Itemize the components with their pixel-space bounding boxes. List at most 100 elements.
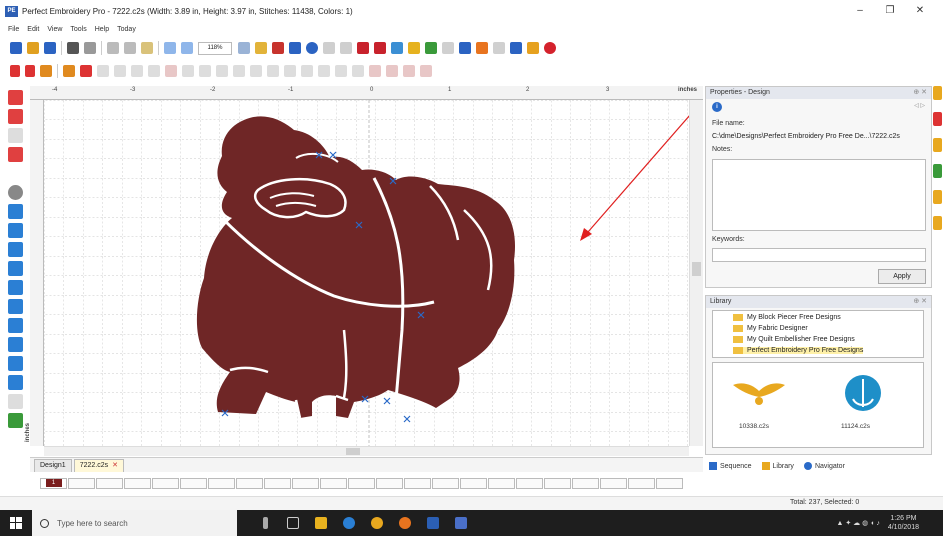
knife-icon[interactable]: [8, 128, 23, 143]
shape-curve-icon[interactable]: [340, 42, 352, 54]
scissors-icon[interactable]: [442, 42, 454, 54]
weld-icon[interactable]: [250, 65, 262, 77]
close-tab-icon[interactable]: ✕: [112, 462, 118, 469]
color-frame[interactable]: [292, 477, 319, 489]
node-select-icon[interactable]: [8, 109, 23, 124]
trim-icon[interactable]: [267, 65, 279, 77]
color-frame[interactable]: [208, 477, 235, 489]
grid-icon[interactable]: [148, 65, 160, 77]
strip-tool-icon[interactable]: [933, 164, 942, 178]
panel-nav-arrows[interactable]: ◁ ▷: [914, 102, 925, 109]
color-frame[interactable]: [152, 477, 179, 489]
image-icon[interactable]: [8, 242, 23, 257]
canvas-horizontal-scrollbar[interactable]: [44, 446, 689, 456]
info-icon[interactable]: [306, 42, 318, 54]
color-change-icon[interactable]: [369, 65, 381, 77]
minimize-button[interactable]: –: [845, 0, 875, 22]
thumbnail-10338[interactable]: [733, 383, 785, 405]
perfect-embroidery-taskbar-icon[interactable]: [447, 510, 475, 536]
notes-field[interactable]: [712, 159, 926, 231]
heart-motif-icon[interactable]: [374, 42, 386, 54]
motif-icon[interactable]: [357, 42, 369, 54]
zoom-fit-icon[interactable]: [238, 42, 250, 54]
edge-browser-icon[interactable]: [335, 510, 363, 536]
color-frame[interactable]: [320, 477, 347, 489]
color-palette-icon[interactable]: [420, 65, 432, 77]
color-frame[interactable]: [656, 477, 683, 489]
color-frame-1[interactable]: 1: [40, 477, 67, 489]
frame-icon[interactable]: [131, 65, 143, 77]
scroll-thumb[interactable]: [346, 448, 360, 455]
scroll-thumb[interactable]: [692, 262, 701, 276]
tree-item[interactable]: My Block Piecer Free Designs: [733, 314, 841, 321]
color-frame[interactable]: [460, 477, 487, 489]
strip-tool-icon[interactable]: [933, 216, 942, 230]
color-frame[interactable]: [264, 477, 291, 489]
box-select-icon[interactable]: [97, 65, 109, 77]
path-icon[interactable]: [301, 65, 313, 77]
mirror-icon[interactable]: [182, 65, 194, 77]
tab-7222[interactable]: 7222.c2s ✕: [73, 459, 124, 472]
applique-icon[interactable]: [63, 65, 75, 77]
strip-tool-icon[interactable]: [933, 112, 942, 126]
color-frame[interactable]: [432, 477, 459, 489]
start-button[interactable]: [0, 510, 32, 536]
run-stitch-icon[interactable]: [8, 337, 23, 352]
color-sort-icon[interactable]: [165, 65, 177, 77]
tab-design1[interactable]: Design1: [34, 459, 72, 472]
pencil-icon[interactable]: [408, 42, 420, 54]
thread-color-icon[interactable]: [255, 42, 267, 54]
menu-tools[interactable]: Tools: [70, 26, 86, 33]
taskbar-search[interactable]: Type here to search: [32, 510, 237, 536]
tab-sequence[interactable]: Sequence: [709, 462, 752, 470]
stamp-icon[interactable]: [80, 65, 92, 77]
stitch-edit-icon[interactable]: [8, 147, 23, 162]
group-icon[interactable]: [216, 65, 228, 77]
print-icon[interactable]: [67, 42, 79, 54]
tree-item-selected[interactable]: Perfect Embroidery Pro Free Designs: [733, 347, 864, 354]
color-frame[interactable]: [96, 477, 123, 489]
tab-library[interactable]: Library: [761, 462, 794, 470]
cut-icon[interactable]: [107, 42, 119, 54]
lock-icon[interactable]: [272, 42, 284, 54]
measure-icon[interactable]: [335, 65, 347, 77]
color-frame[interactable]: [404, 477, 431, 489]
monogram-icon[interactable]: [40, 65, 52, 77]
keywords-field[interactable]: [712, 248, 926, 262]
undo-icon[interactable]: [164, 42, 176, 54]
wand-icon[interactable]: [493, 42, 505, 54]
brush-icon[interactable]: [459, 42, 471, 54]
strip-tool-icon[interactable]: [933, 138, 942, 152]
word-icon[interactable]: [419, 510, 447, 536]
wave-icon[interactable]: [391, 42, 403, 54]
thumbnail-11124[interactable]: [845, 375, 881, 411]
microphone-icon[interactable]: [251, 510, 279, 536]
distribute-icon[interactable]: [318, 65, 330, 77]
color-frame[interactable]: [348, 477, 375, 489]
color-frame[interactable]: [376, 477, 403, 489]
color-merge-icon[interactable]: [386, 65, 398, 77]
menu-view[interactable]: View: [47, 26, 62, 33]
ungroup-icon[interactable]: [233, 65, 245, 77]
script-text-icon[interactable]: [25, 65, 35, 77]
firefox-icon[interactable]: [391, 510, 419, 536]
zoom-icon[interactable]: [8, 185, 23, 200]
shape-icon[interactable]: [8, 280, 23, 295]
sew-icon[interactable]: [84, 42, 96, 54]
fill-icon[interactable]: [8, 299, 23, 314]
tree-item[interactable]: My Quilt Embellisher Free Designs: [733, 336, 855, 343]
color-split-icon[interactable]: [403, 65, 415, 77]
color-frame[interactable]: [544, 477, 571, 489]
panel-pin-close-icon[interactable]: ⊕ ✕: [913, 87, 927, 99]
color-frame[interactable]: [600, 477, 627, 489]
open-folder-icon[interactable]: [27, 42, 39, 54]
library-tree[interactable]: My Block Piecer Free Designs My Fabric D…: [712, 310, 924, 358]
satin-icon[interactable]: [8, 318, 23, 333]
node-icon[interactable]: [284, 65, 296, 77]
extra-tool-icon[interactable]: [8, 394, 23, 409]
measure-line-icon[interactable]: [8, 223, 23, 238]
center-icon[interactable]: [352, 65, 364, 77]
copy-icon[interactable]: [124, 42, 136, 54]
align-icon[interactable]: [114, 65, 126, 77]
color-frame[interactable]: [236, 477, 263, 489]
